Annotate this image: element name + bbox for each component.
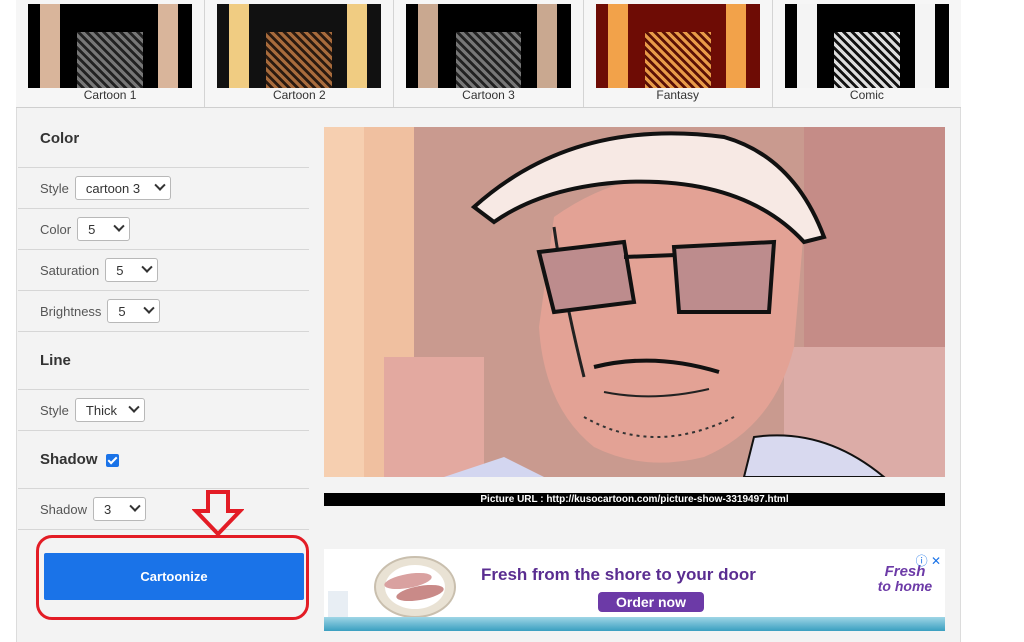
cartoonize-highlight: Cartoonize bbox=[36, 535, 309, 620]
brightness-label: Brightness bbox=[40, 303, 102, 319]
thumbnail-label: Cartoon 1 bbox=[83, 88, 137, 102]
line-style-label: Style bbox=[40, 402, 69, 418]
brightness-select[interactable]: 5 bbox=[107, 299, 161, 323]
shadow-section-title: Shadow bbox=[40, 451, 98, 468]
picture-url[interactable]: Picture URL : http://kusocartoon.com/pic… bbox=[324, 493, 945, 506]
line-section-title: Line bbox=[18, 332, 309, 390]
chevron-down-icon bbox=[128, 401, 140, 413]
thumbnail-cartoon-3[interactable]: Cartoon 3 bbox=[394, 0, 584, 107]
fish-plate-image bbox=[328, 556, 456, 621]
saturation-row: Saturation 5 bbox=[18, 250, 309, 291]
color-style-row: Style cartoon 3 bbox=[18, 168, 309, 209]
color-style-value: cartoon 3 bbox=[85, 180, 141, 196]
saturation-value: 5 bbox=[116, 262, 124, 278]
line-style-select[interactable]: Thick bbox=[74, 398, 145, 422]
thumbnail-label: Comic bbox=[849, 88, 884, 102]
ad-order-now-button[interactable]: Order now bbox=[598, 592, 704, 612]
cartoonize-button[interactable]: Cartoonize bbox=[44, 553, 304, 600]
thumbnail-cartoon-1[interactable]: Cartoon 1 bbox=[16, 0, 206, 107]
brightness-row: Brightness 5 bbox=[18, 291, 309, 332]
settings-panel: Color Style cartoon 3 Color 5 Saturation… bbox=[18, 110, 309, 530]
thumbnail-image bbox=[595, 4, 760, 88]
style-thumbnails: Cartoon 1 Cartoon 2 Cartoon 3 Fantasy Co… bbox=[16, 0, 961, 108]
thumbnail-cartoon-2[interactable]: Cartoon 2 bbox=[205, 0, 395, 107]
color-style-label: Style bbox=[40, 180, 69, 196]
brightness-value: 5 bbox=[118, 303, 126, 319]
ad-wave-decoration bbox=[324, 617, 945, 631]
thumbnail-label: Fantasy bbox=[656, 88, 700, 102]
thumbnail-image bbox=[784, 4, 950, 88]
saturation-label: Saturation bbox=[40, 262, 100, 278]
shadow-select[interactable]: 3 bbox=[92, 497, 146, 521]
line-style-row: Style Thick bbox=[18, 390, 309, 431]
shadow-section-header: Shadow bbox=[18, 431, 309, 489]
shadow-row: Shadow 3 bbox=[18, 489, 309, 530]
chevron-down-icon bbox=[154, 179, 166, 191]
thumbnail-comic[interactable]: Comic bbox=[773, 0, 961, 107]
ad-close-icon[interactable]: ⓘ ✕ bbox=[916, 552, 941, 569]
color-select[interactable]: 5 bbox=[77, 217, 131, 241]
shadow-label: Shadow bbox=[40, 501, 87, 517]
ad-brand-line2: to home bbox=[877, 578, 933, 594]
chevron-down-icon bbox=[141, 261, 153, 273]
thumbnail-image bbox=[406, 4, 571, 88]
shadow-checkbox[interactable] bbox=[105, 453, 119, 467]
chevron-down-icon bbox=[129, 500, 141, 512]
advertisement[interactable]: Fresh from the shore to your door Order … bbox=[324, 549, 945, 631]
red-arrow-down-icon bbox=[192, 490, 244, 537]
color-section-title: Color bbox=[18, 110, 309, 168]
ad-headline: Fresh from the shore to your door bbox=[481, 565, 756, 584]
color-value: 5 bbox=[88, 221, 96, 237]
thumbnail-image bbox=[217, 4, 382, 88]
thumbnail-label: Cartoon 3 bbox=[462, 88, 515, 102]
line-style-value: Thick bbox=[85, 402, 117, 418]
shadow-value: 3 bbox=[103, 501, 112, 517]
thumbnail-fantasy[interactable]: Fantasy bbox=[584, 0, 773, 107]
saturation-select[interactable]: 5 bbox=[105, 258, 159, 282]
ad-brand-logo: Fresh to home bbox=[867, 564, 943, 599]
chevron-down-icon bbox=[143, 302, 156, 314]
thumbnail-label: Cartoon 2 bbox=[272, 88, 326, 102]
thumbnail-image bbox=[28, 4, 193, 88]
color-row: Color 5 bbox=[18, 209, 309, 250]
color-style-select[interactable]: cartoon 3 bbox=[74, 176, 171, 200]
chevron-down-icon bbox=[113, 220, 125, 232]
color-label: Color bbox=[40, 221, 72, 237]
cartoon-preview-image bbox=[324, 127, 945, 477]
